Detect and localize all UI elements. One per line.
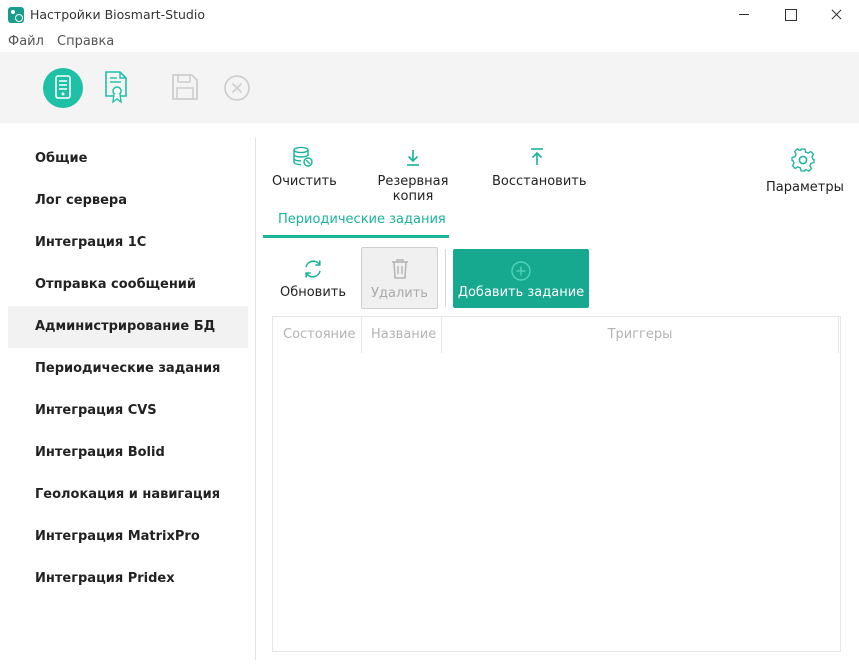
minimize-button[interactable] [720,0,766,30]
refresh-button[interactable]: Обновить [273,249,353,307]
add-circle-icon [511,261,531,281]
refresh-icon [305,260,321,278]
menu-file[interactable]: Файл [8,34,44,49]
title-bar: Настройки Biosmart-Studio [0,0,859,30]
database-clear-icon [293,146,313,167]
gear-icon [791,148,815,172]
parameters-button[interactable]: Параметры [766,146,844,195]
restore-button[interactable]: Восстановить [492,146,587,189]
sidebar-item-server-log[interactable]: Лог сервера [8,180,248,222]
parameters-label: Параметры [766,180,844,195]
tab-periodic-tasks[interactable]: Периодические задания [263,210,449,238]
maximize-button[interactable] [767,0,813,30]
sidebar-item-bolid-integration[interactable]: Интеграция Bolid [8,432,248,474]
delete-label: Удалить [371,286,428,301]
delete-button[interactable]: Удалить [361,247,438,309]
tab-active-indicator [263,235,449,238]
refresh-label: Обновить [279,285,347,300]
sidebar-item-cvs-integration[interactable]: Интеграция CVS [8,390,248,432]
server-settings-button[interactable] [43,68,83,108]
menu-bar: Файл Справка [0,30,859,52]
clear-button[interactable]: Очистить [272,146,337,189]
content-divider [255,138,256,660]
toolbar-separator [445,249,446,307]
tab-label: Периодические задания [278,212,446,227]
menu-help[interactable]: Справка [57,34,114,49]
tasks-table: Состояние Название Триггеры [272,316,841,652]
close-window-button[interactable] [813,0,859,30]
sidebar-item-pridex-integration[interactable]: Интеграция Pridex [8,558,248,600]
sidebar-item-matrixpro-integration[interactable]: Интеграция MatrixPro [8,516,248,558]
column-header-triggers[interactable]: Триггеры [442,317,839,353]
sidebar-item-db-admin[interactable]: Администрирование БД [8,306,248,348]
sidebar-item-1c-integration[interactable]: Интеграция 1С [8,222,248,264]
backup-button[interactable]: Резервная копия [358,146,468,204]
app-logo-icon [8,7,24,23]
cancel-icon[interactable] [223,74,251,102]
server-icon [55,75,71,99]
restore-label: Восстановить [492,174,587,189]
add-task-label: Добавить задание [457,285,585,300]
upload-icon [531,148,543,165]
clear-label: Очистить [272,174,337,189]
settings-sidebar: Общие Лог сервера Интеграция 1С Отправка… [8,138,248,658]
trash-icon [391,259,408,279]
column-header-state[interactable]: Состояние [273,317,362,353]
sidebar-item-periodic-tasks[interactable]: Периодические задания [8,348,248,390]
backup-label: Резервная копия [377,174,449,204]
add-task-button[interactable]: Добавить задание [453,249,589,308]
certificate-icon[interactable] [104,70,128,104]
sidebar-item-general[interactable]: Общие [8,138,248,180]
download-icon [407,150,419,166]
column-header-name[interactable]: Название [362,317,442,353]
window-title: Настройки Biosmart-Studio [30,7,205,22]
main-toolbar [0,52,859,123]
sidebar-item-messaging[interactable]: Отправка сообщений [8,264,248,306]
sidebar-item-geolocation[interactable]: Геолокация и навигация [8,474,248,516]
save-icon[interactable] [171,73,199,101]
